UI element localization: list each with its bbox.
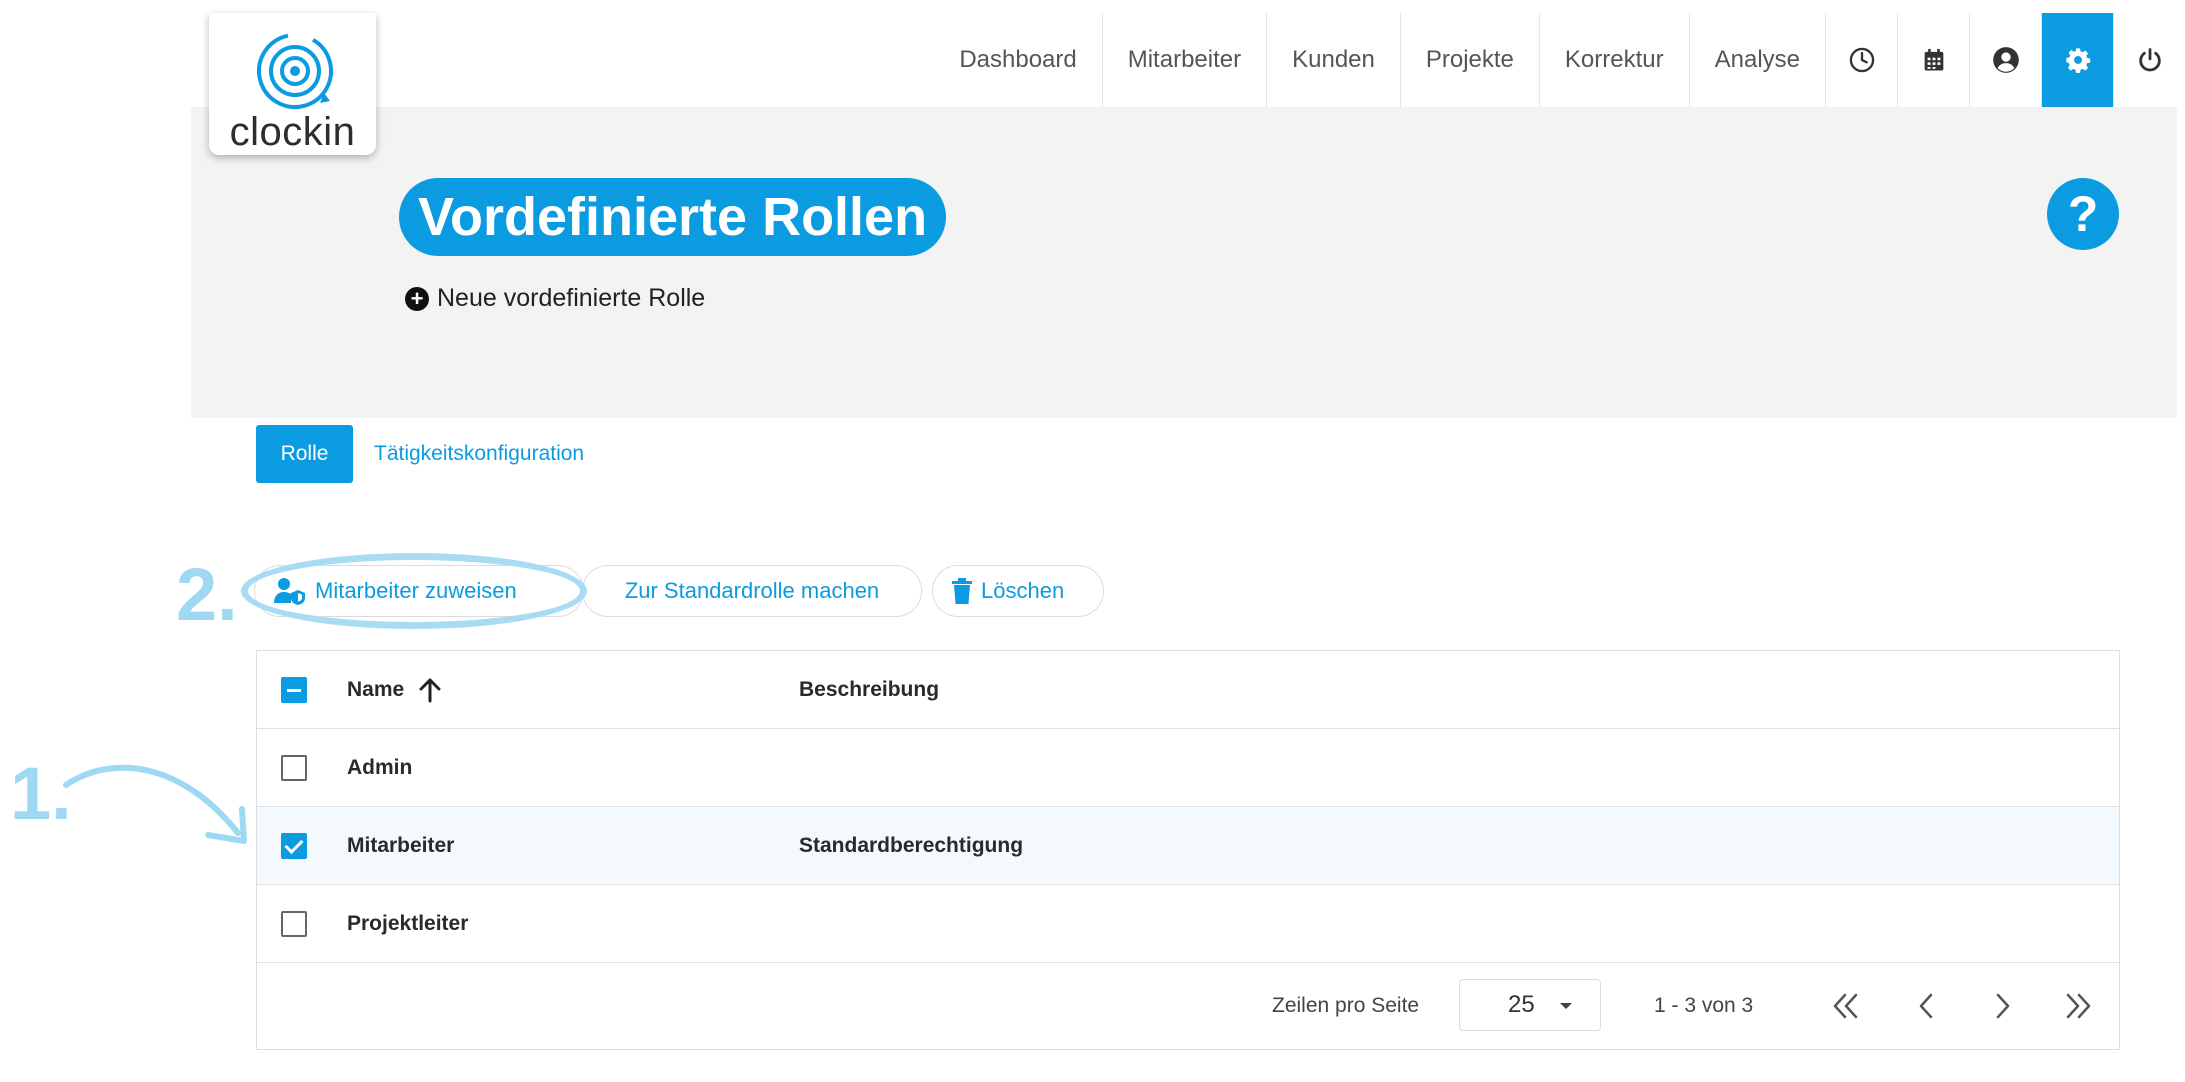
make-default-role-button[interactable]: Zur Standardrolle machen: [582, 565, 922, 617]
nav-korrektur[interactable]: Korrektur: [1538, 13, 1689, 107]
row-checkbox-cell: [279, 807, 309, 885]
pagination: Zeilen pro Seite 25 1 - 3 von 3: [257, 963, 2119, 1049]
nav-logout[interactable]: [2113, 13, 2185, 107]
last-page-button[interactable]: [2061, 989, 2095, 1023]
chevron-right-icon: [1996, 993, 2010, 1019]
double-chevron-right-icon: [2066, 993, 2091, 1019]
sort-ascending-icon: [419, 678, 441, 703]
nav-projekte[interactable]: Projekte: [1399, 13, 1539, 107]
header-checkbox-cell: [279, 651, 309, 729]
rows-per-page-value: 25: [1508, 991, 1535, 1018]
nav-items: Dashboard Mitarbeiter Kunden Projekte Ko…: [934, 13, 2185, 107]
annotation-arrow-icon: [63, 764, 247, 844]
row-checkbox[interactable]: [281, 755, 307, 781]
annotation-step-2: 2.: [176, 553, 238, 636]
delete-label: Löschen: [981, 578, 1065, 603]
page-range: 1 - 3 von 3: [1654, 994, 1754, 1017]
role-name: Admin: [347, 756, 413, 779]
role-name: Projektleiter: [347, 912, 469, 935]
trash-icon: [952, 578, 972, 604]
delete-button[interactable]: Löschen: [932, 565, 1104, 617]
page-header: Vordefinierte Rollen + Neue vordefiniert…: [191, 107, 2177, 418]
calendar-icon: [1924, 48, 1943, 71]
nav-kunden[interactable]: Kunden: [1266, 13, 1400, 107]
power-icon: [2138, 48, 2161, 72]
logo[interactable]: clockin: [209, 13, 376, 155]
assign-employees-button[interactable]: Mitarbeiter zuweisen: [254, 565, 584, 617]
clock-icon: [1849, 47, 1874, 73]
previous-page-button[interactable]: [1909, 989, 1943, 1023]
row-checkbox[interactable]: [281, 911, 307, 937]
nav-calendar[interactable]: [1897, 13, 1969, 107]
rows-per-page-select[interactable]: 25: [1459, 979, 1601, 1031]
nav-time-tracking[interactable]: [1825, 13, 1897, 107]
next-page-button[interactable]: [1986, 989, 2020, 1023]
nav-profile[interactable]: [1969, 13, 2041, 107]
table-row[interactable]: Projektleiter: [257, 885, 2119, 963]
tab-role[interactable]: Rolle: [256, 425, 353, 483]
new-role-link[interactable]: + Neue vordefinierte Rolle: [405, 284, 705, 313]
chevron-left-icon: [1919, 993, 1933, 1019]
table-header-row: Name Beschreibung: [257, 651, 2119, 729]
nav-settings[interactable]: [2041, 13, 2113, 107]
user-circle-icon: [1992, 47, 2019, 73]
caret-down-icon: [1560, 1003, 1572, 1009]
rows-per-page-label: Zeilen pro Seite: [1272, 994, 1420, 1017]
row-checkbox[interactable]: [281, 833, 307, 859]
role-name: Mitarbeiter: [347, 834, 455, 857]
user-shield-icon: [274, 578, 305, 605]
plus-circle-icon: +: [405, 286, 429, 311]
select-all-checkbox[interactable]: [281, 677, 307, 703]
first-page-button[interactable]: [1829, 989, 1863, 1023]
nav-analyse[interactable]: Analyse: [1688, 13, 1825, 107]
role-description: Standardberechtigung: [799, 834, 1024, 857]
table-row[interactable]: Admin: [257, 729, 2119, 807]
logo-wordmark: clockin: [229, 110, 356, 154]
tab-activity-config[interactable]: Tätigkeitskonfiguration: [374, 425, 584, 483]
double-chevron-left-icon: [1833, 993, 1858, 1019]
gear-icon: [2065, 48, 2090, 73]
nav-dashboard[interactable]: Dashboard: [934, 13, 1101, 107]
column-header-name[interactable]: Name: [347, 651, 442, 729]
column-name-label: Name: [347, 678, 405, 701]
page-title: Vordefinierte Rollen: [399, 178, 947, 256]
new-role-label: Neue vordefinierte Rolle: [437, 284, 706, 312]
table-row[interactable]: Mitarbeiter Standardberechtigung: [257, 807, 2119, 885]
roles-table: Name Beschreibung Admin Mitarbeiter Stan…: [256, 650, 2120, 1050]
clockin-logo-icon: [257, 33, 333, 109]
row-checkbox-cell: [279, 885, 309, 963]
nav-mitarbeiter[interactable]: Mitarbeiter: [1101, 13, 1266, 107]
column-header-description[interactable]: Beschreibung: [799, 651, 939, 729]
row-checkbox-cell: [279, 729, 309, 807]
help-button[interactable]: ?: [2047, 178, 2119, 250]
assign-employees-label: Mitarbeiter zuweisen: [315, 578, 517, 603]
